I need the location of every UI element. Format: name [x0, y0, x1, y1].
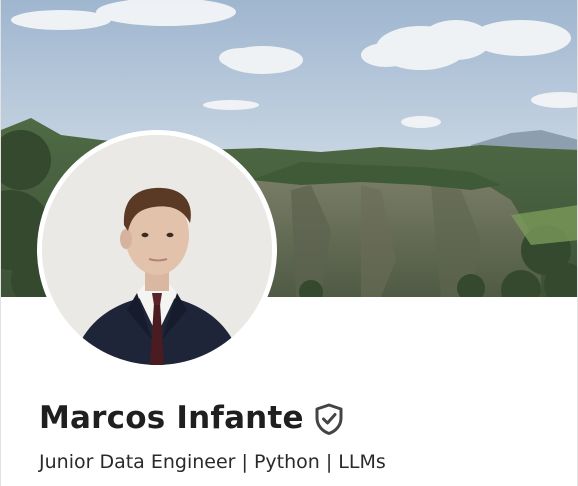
- profile-name: Marcos Infante: [39, 400, 304, 436]
- shield-check-icon[interactable]: [314, 403, 344, 435]
- profile-headline: Junior Data Engineer | Python | LLMs: [39, 451, 386, 473]
- name-row: Marcos Infante: [39, 400, 344, 436]
- avatar[interactable]: [42, 135, 272, 365]
- profile-card: Marcos Infante Junior Data Engineer | Py…: [0, 0, 578, 486]
